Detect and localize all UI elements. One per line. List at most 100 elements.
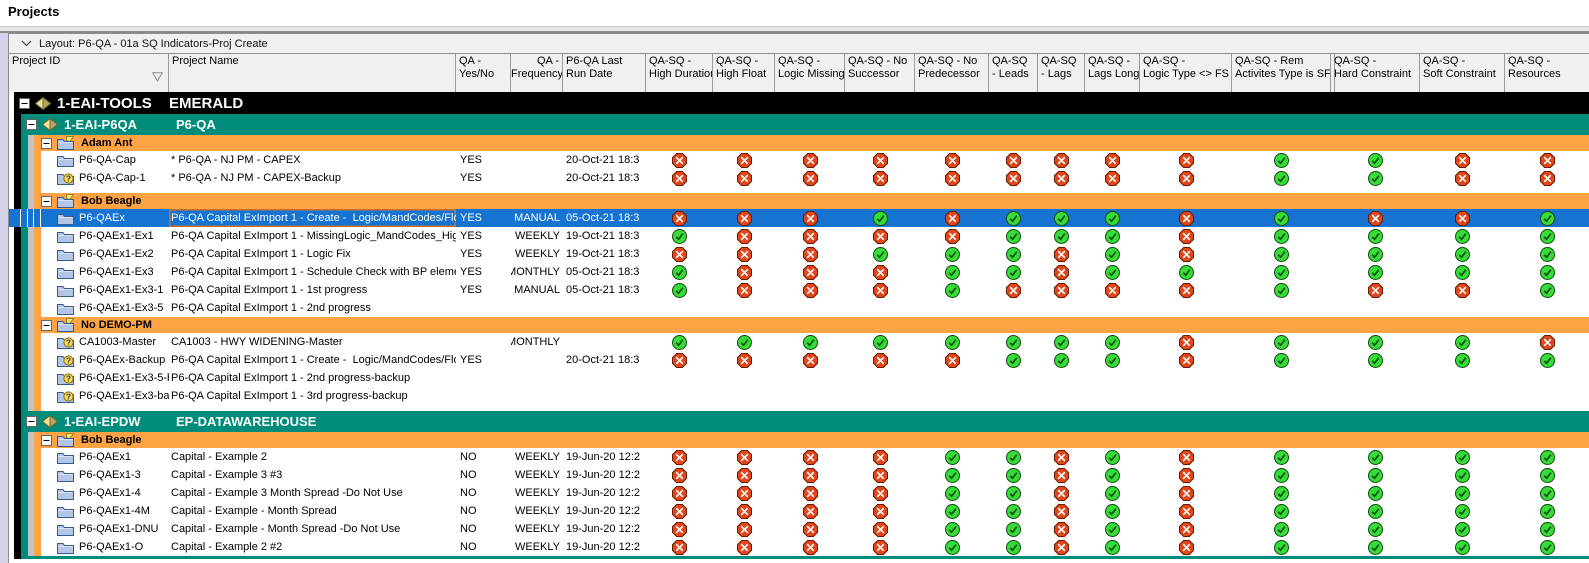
project-row-P6-QAEx1-Ex3-back[interactable]: ? P6-QAEx1-Ex3-backP6-QA Capital ExImport…	[9, 387, 1589, 405]
cell-indicator-i2	[775, 484, 845, 502]
cell-qa-yes-no: YES	[460, 248, 483, 260]
column-header-i11[interactable]: QA-SQ - Soft Constraint	[1420, 54, 1505, 92]
column-header-project_id[interactable]: Project ID	[9, 54, 169, 92]
cell-qa-frequency: WEEKLY	[514, 451, 560, 463]
cell-project-name: Capital - Example - Month Spread	[171, 505, 337, 517]
column-header-qa[interactable]: QA - Yes/No	[456, 54, 511, 92]
column-header-i3[interactable]: QA-SQ - No Successor	[845, 54, 915, 92]
project-row-P6-QAEx1-Ex3-5-bac[interactable]: ? P6-QAEx1-Ex3-5-bacP6-QA Capital ExImpor…	[9, 369, 1589, 387]
layout-options-bar[interactable]: Layout: P6-QA - 01a SQ Indicators-Proj C…	[9, 33, 1589, 53]
red-x-icon	[1540, 170, 1555, 186]
group-folder-icon	[57, 433, 75, 447]
project-row-P6-QAEx1-4[interactable]: P6-QAEx1-4 Capital - Example 3 Month Spre…	[9, 484, 1589, 502]
collapse-minus-icon[interactable]	[41, 137, 52, 149]
project-row-P6-QAEx-Backup[interactable]: ? P6-QAEx-Backup P6-QA Capital ExImport 1 …	[9, 351, 1589, 369]
project-row-P6-QAEx1-Ex3[interactable]: P6-QAEx1-Ex3 P6-QA Capital ExImport 1 - S…	[9, 263, 1589, 281]
cell-indicator-i2	[775, 466, 845, 484]
column-header-frequency[interactable]: QA - Frequency	[511, 54, 563, 92]
column-header-i5[interactable]: QA-SQ - Leads	[989, 54, 1038, 92]
cell-indicator-i6	[1038, 263, 1085, 281]
collapse-minus-icon[interactable]	[26, 119, 37, 130]
cell-qa-yes-no	[456, 299, 511, 317]
project-id-text: P6-QAEx	[79, 212, 125, 224]
band-name: P6-QA	[176, 117, 216, 132]
cell-indicator-i10	[1331, 538, 1420, 556]
collapse-minus-icon[interactable]	[41, 319, 52, 331]
group-indent-stripe	[34, 466, 41, 484]
owner-band-no-demo-pm[interactable]: No DEMO-PM	[9, 317, 1589, 333]
collapse-minus-icon[interactable]	[41, 434, 52, 446]
cell-indicator-i8	[1140, 227, 1232, 245]
cell-indicator-i12	[1505, 351, 1589, 369]
project-row-P6-QAEx1-Ex3-5[interactable]: P6-QAEx1-Ex3-5 P6-QA Capital ExImport 1 -…	[9, 299, 1589, 317]
group-indent-stripe	[21, 245, 28, 263]
diamond-icon	[42, 118, 58, 131]
column-header-i0[interactable]: QA-SQ - High Duration	[646, 54, 713, 92]
column-header-i12[interactable]: QA-SQ - Resources	[1505, 54, 1589, 92]
column-header-i1[interactable]: QA-SQ - High Float	[713, 54, 775, 92]
group-indent-stripe	[14, 209, 21, 227]
cell-indicator-i8	[1140, 151, 1232, 169]
green-check-icon	[1105, 228, 1120, 244]
red-x-icon	[1178, 539, 1194, 555]
column-header-last_run[interactable]: P6-QA Last Run Date	[563, 54, 646, 92]
cell-indicator-i10	[1331, 351, 1420, 369]
cell-indicator-i7	[1085, 520, 1140, 538]
group-indent-stripe	[14, 263, 21, 281]
cell-project-id: P6-QAEx	[41, 209, 169, 227]
chevron-down-icon[interactable]	[21, 40, 32, 47]
collapse-minus-icon[interactable]	[19, 97, 30, 109]
column-header-i2[interactable]: QA-SQ - Logic Missing	[775, 54, 845, 92]
cell-indicator-i10	[1331, 387, 1420, 405]
column-header-i6[interactable]: QA-SQ - Lags	[1038, 54, 1085, 92]
project-row-P6-QAEx1-Ex2[interactable]: P6-QAEx1-Ex2 P6-QA Capital ExImport 1 - L…	[9, 245, 1589, 263]
green-check-icon	[944, 334, 960, 350]
green-check-icon	[1455, 485, 1470, 501]
column-header-i8[interactable]: QA-SQ - Logic Type <> FS	[1140, 54, 1232, 92]
cell-indicator-i3	[845, 538, 915, 556]
eps-band-1-EAI-EPDW[interactable]: 1-EAI-EPDW EP-DATAWAREHOUSE	[9, 411, 1589, 432]
group-folder-icon	[57, 194, 75, 208]
cell-project-id: P6-QAEx1-3	[41, 466, 169, 484]
eps-band-1-EAI-P6QA[interactable]: 1-EAI-P6QA P6-QA	[9, 114, 1589, 135]
project-row-P6-QAEx1[interactable]: P6-QAEx1 Capital - Example 2 NO WEEKLY 19-Ju…	[9, 448, 1589, 466]
column-header-i10[interactable]: QA-SQ - Hard Constraint	[1331, 54, 1420, 92]
eps-band-1-EAI-TOOLS[interactable]: 1-EAI-TOOLS EMERALD	[9, 92, 1589, 114]
cell-indicator-i6	[1038, 448, 1085, 466]
project-row-P6-QAEx[interactable]: P6-QAEx P6-QA Capital ExImport 1 - Create…	[9, 209, 1589, 227]
project-row-P6-QA-Cap[interactable]: P6-QA-Cap * P6-QA - NJ PM - CAPEX YES 20-Oc…	[9, 151, 1589, 169]
cell-qa-yes-no: YES	[460, 172, 483, 184]
green-check-icon	[1455, 352, 1470, 368]
group-folder-icon	[57, 318, 75, 332]
green-check-icon	[1455, 503, 1470, 519]
cell-qa-frequency: MANUAL	[511, 209, 563, 227]
column-header-i7[interactable]: QA-SQ - Lags Long	[1085, 54, 1140, 92]
red-x-icon	[736, 152, 752, 168]
project-row-CA1003-Master[interactable]: ? CA1003-Master CA1003 - HWY WIDENING-Mast…	[9, 333, 1589, 351]
cell-indicator-i8	[1140, 484, 1232, 502]
owner-band-adam-ant[interactable]: Adam Ant	[9, 135, 1589, 151]
cell-indicator-i5	[989, 502, 1038, 520]
project-row-P6-QAEx1-O[interactable]: P6-QAEx1-O Capital - Example 2 #2 NO WEEKLY…	[9, 538, 1589, 556]
cell-indicator-i11	[1420, 263, 1505, 281]
project-row-P6-QAEx1-3[interactable]: P6-QAEx1-3 Capital - Example 3 #3 NO WEEKLY…	[9, 466, 1589, 484]
diamond-icon	[35, 96, 51, 110]
cell-qa-frequency: MONTHLY	[511, 266, 560, 278]
group-indent-stripe	[34, 333, 41, 351]
column-header-i9[interactable]: QA-SQ - Rem Activites Type is SF	[1232, 54, 1331, 92]
project-row-P6-QAEx1-Ex1[interactable]: P6-QAEx1-Ex1 P6-QA Capital ExImport 1 - M…	[9, 227, 1589, 245]
column-header-project_name[interactable]: Project Name	[169, 54, 456, 92]
project-row-P6-QAEx1-DNU[interactable]: P6-QAEx1-DNU Capital - Example - Month Sp…	[9, 520, 1589, 538]
collapse-minus-icon[interactable]	[41, 195, 52, 207]
owner-band-bob-beagle[interactable]: Bob Beagle	[9, 432, 1589, 448]
collapse-minus-icon[interactable]	[26, 416, 37, 427]
project-row-P6-QA-Cap-1[interactable]: ? P6-QA-Cap-1 * P6-QA - NJ PM - CAPEX-Back…	[9, 169, 1589, 187]
red-x-icon	[736, 282, 752, 298]
sort-indicator-icon	[151, 71, 164, 86]
column-header-i4[interactable]: QA-SQ - No Predecessor	[915, 54, 989, 92]
cell-indicator-i4	[915, 351, 989, 369]
project-row-P6-QAEx1-Ex3-1[interactable]: P6-QAEx1-Ex3-1 P6-QA Capital ExImport 1 -…	[9, 281, 1589, 299]
project-row-P6-QAEx1-4M[interactable]: P6-QAEx1-4M Capital - Example - Month Spr…	[9, 502, 1589, 520]
cell-indicator-i9	[1232, 369, 1331, 387]
owner-band-bob-beagle[interactable]: Bob Beagle	[9, 193, 1589, 209]
